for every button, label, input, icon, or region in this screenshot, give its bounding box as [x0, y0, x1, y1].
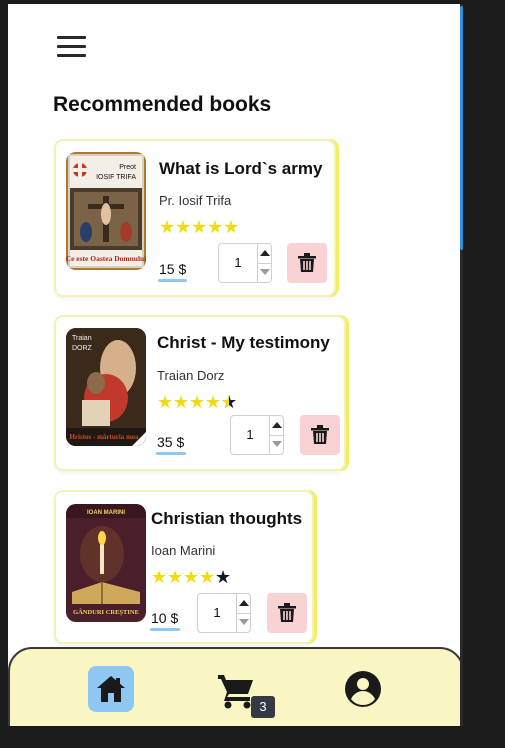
book-title[interactable]: Christian thoughts	[151, 509, 302, 529]
svg-text:Hristos - mărturia mea: Hristos - mărturia mea	[69, 433, 139, 441]
quantity-stepper[interactable]: 1	[218, 243, 272, 283]
increment-arrow-icon[interactable]	[236, 594, 251, 614]
nav-home-button[interactable]	[88, 666, 134, 712]
star-icon: ★	[157, 392, 174, 412]
delete-button[interactable]	[287, 243, 327, 283]
book-price: 35 $	[157, 434, 185, 450]
star-icon: ★	[183, 567, 200, 587]
trash-icon	[311, 425, 329, 444]
svg-text:Ce este Oastea Domnului: Ce este Oastea Domnului	[66, 254, 146, 263]
hamburger-menu-button[interactable]	[56, 32, 90, 62]
book-author: Pr. Iosif Trifa	[159, 193, 232, 208]
star-icon: ★	[151, 567, 168, 587]
decrement-arrow-icon[interactable]	[257, 263, 272, 282]
section-title: Recommended books	[53, 93, 272, 116]
star-icon: ★	[189, 392, 206, 412]
star-icon: ★	[221, 393, 229, 411]
home-icon	[97, 676, 125, 702]
price-underline	[158, 279, 187, 282]
book-cover[interactable]: Traian DORZ Hristos - mărturia mea	[66, 328, 146, 446]
increment-arrow-icon[interactable]	[257, 244, 272, 264]
book-title[interactable]: Christ - My testimony	[157, 333, 330, 353]
star-rating: ★ ★ ★ ★ ★	[159, 218, 243, 236]
quantity-value[interactable]: 1	[198, 594, 236, 632]
star-rating: ★ ★ ★ ★ ★	[151, 568, 235, 586]
star-icon: ★	[175, 217, 192, 237]
book-card: Traian DORZ Hristos - mărturia mea Chris…	[54, 315, 346, 471]
quantity-stepper[interactable]: 1	[197, 593, 251, 633]
star-icon: ★	[199, 567, 216, 587]
quantity-stepper[interactable]: 1	[230, 415, 284, 455]
svg-text:GÂNDURI CREȘTINE: GÂNDURI CREȘTINE	[73, 608, 139, 616]
svg-text:Traian: Traian	[72, 335, 92, 342]
decrement-arrow-icon[interactable]	[236, 613, 251, 632]
star-icon: ★	[173, 392, 190, 412]
star-icon: ★	[207, 217, 224, 237]
price-underline	[156, 452, 186, 455]
book-author: Traian Dorz	[157, 368, 225, 383]
svg-text:Preot: Preot	[119, 164, 136, 171]
decrement-arrow-icon[interactable]	[269, 435, 284, 454]
quantity-value[interactable]: 1	[231, 416, 269, 454]
book-card: IOAN MARINI GÂNDURI CREȘTINE Christian t…	[54, 490, 314, 644]
trash-icon	[298, 253, 316, 272]
quantity-value[interactable]: 1	[219, 244, 257, 282]
hamburger-icon-line	[57, 45, 86, 48]
bottom-navigation: 3	[8, 647, 460, 726]
star-icon: ★	[223, 217, 240, 237]
delete-button[interactable]	[300, 415, 340, 455]
star-icon: ★	[167, 567, 184, 587]
delete-button[interactable]	[267, 593, 307, 633]
svg-text:IOSIF TRIFA: IOSIF TRIFA	[96, 174, 136, 181]
book-price: 15 $	[159, 261, 187, 277]
book-author: Ioan Marini	[151, 543, 216, 558]
book-card: Preot IOSIF TRIFA Ce este Oastea Domnulu…	[54, 139, 336, 297]
star-rating: ★ ★ ★ ★ ★ ★	[157, 393, 241, 411]
app-screen: Recommended books Preot IOSIF TRIFA Ce e…	[8, 4, 460, 726]
cart-icon	[218, 675, 253, 709]
price-underline	[150, 628, 180, 631]
star-outline-icon: ★	[215, 567, 232, 587]
nav-account-button[interactable]	[343, 669, 383, 709]
star-icon: ★	[191, 217, 208, 237]
increment-arrow-icon[interactable]	[269, 416, 284, 436]
star-icon: ★	[159, 217, 176, 237]
hamburger-icon-line	[57, 54, 86, 57]
book-price: 10 $	[151, 610, 179, 626]
svg-text:IOAN MARINI: IOAN MARINI	[87, 510, 125, 516]
star-icon: ★	[205, 392, 222, 412]
scrollbar-thumb[interactable]	[460, 6, 463, 250]
account-circle-icon	[345, 671, 381, 707]
book-cover[interactable]: Preot IOSIF TRIFA Ce este Oastea Domnulu…	[66, 152, 146, 270]
trash-icon	[278, 603, 296, 622]
svg-text:DORZ: DORZ	[72, 345, 93, 352]
star-fill-half: ★	[221, 393, 229, 411]
nav-cart-button[interactable]	[216, 670, 256, 710]
half-star-icon: ★ ★	[221, 393, 237, 411]
cart-count-badge: 3	[251, 696, 275, 718]
book-title[interactable]: What is Lord`s army	[159, 159, 322, 179]
hamburger-icon	[57, 36, 86, 39]
book-cover[interactable]: IOAN MARINI GÂNDURI CREȘTINE	[66, 504, 146, 622]
resize-grip-icon[interactable]	[446, 725, 458, 726]
